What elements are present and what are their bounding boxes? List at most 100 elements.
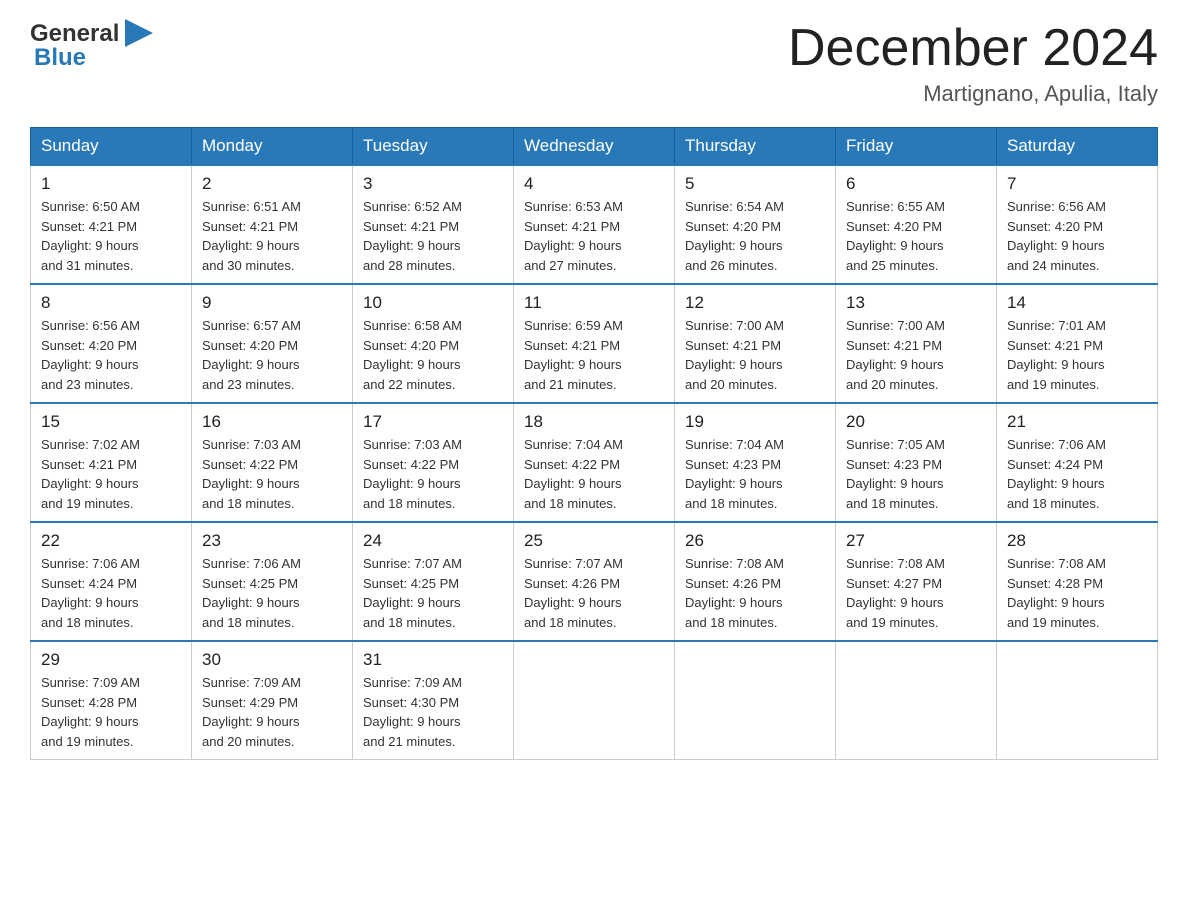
sunset-label: Sunset: 4:21 PM xyxy=(685,338,781,353)
daylight-minutes: and 18 minutes. xyxy=(202,496,295,511)
table-row: 12 Sunrise: 7:00 AM Sunset: 4:21 PM Dayl… xyxy=(675,284,836,403)
sunset-label: Sunset: 4:22 PM xyxy=(524,457,620,472)
table-row: 8 Sunrise: 6:56 AM Sunset: 4:20 PM Dayli… xyxy=(31,284,192,403)
sunrise-label: Sunrise: 7:09 AM xyxy=(41,675,140,690)
daylight-label: Daylight: 9 hours xyxy=(202,357,300,372)
day-number: 4 xyxy=(524,174,664,194)
daylight-label: Daylight: 9 hours xyxy=(524,357,622,372)
daylight-label: Daylight: 9 hours xyxy=(363,476,461,491)
table-row: 24 Sunrise: 7:07 AM Sunset: 4:25 PM Dayl… xyxy=(353,522,514,641)
day-info: Sunrise: 7:04 AM Sunset: 4:22 PM Dayligh… xyxy=(524,435,664,513)
daylight-label: Daylight: 9 hours xyxy=(846,476,944,491)
table-row: 18 Sunrise: 7:04 AM Sunset: 4:22 PM Dayl… xyxy=(514,403,675,522)
daylight-minutes: and 20 minutes. xyxy=(685,377,778,392)
daylight-minutes: and 18 minutes. xyxy=(363,615,456,630)
table-row: 15 Sunrise: 7:02 AM Sunset: 4:21 PM Dayl… xyxy=(31,403,192,522)
sunrise-label: Sunrise: 6:57 AM xyxy=(202,318,301,333)
sunrise-label: Sunrise: 6:59 AM xyxy=(524,318,623,333)
daylight-minutes: and 23 minutes. xyxy=(202,377,295,392)
table-row: 6 Sunrise: 6:55 AM Sunset: 4:20 PM Dayli… xyxy=(836,165,997,284)
sunrise-label: Sunrise: 7:06 AM xyxy=(1007,437,1106,452)
daylight-label: Daylight: 9 hours xyxy=(524,238,622,253)
day-info: Sunrise: 6:57 AM Sunset: 4:20 PM Dayligh… xyxy=(202,316,342,394)
sunset-label: Sunset: 4:20 PM xyxy=(363,338,459,353)
daylight-label: Daylight: 9 hours xyxy=(685,357,783,372)
sunrise-label: Sunrise: 7:08 AM xyxy=(846,556,945,571)
sunset-label: Sunset: 4:22 PM xyxy=(202,457,298,472)
sunrise-label: Sunrise: 7:06 AM xyxy=(202,556,301,571)
daylight-label: Daylight: 9 hours xyxy=(524,476,622,491)
daylight-minutes: and 28 minutes. xyxy=(363,258,456,273)
sunrise-label: Sunrise: 7:08 AM xyxy=(685,556,784,571)
sunset-label: Sunset: 4:20 PM xyxy=(202,338,298,353)
day-number: 30 xyxy=(202,650,342,670)
location-subtitle: Martignano, Apulia, Italy xyxy=(788,81,1158,107)
sunrise-label: Sunrise: 6:56 AM xyxy=(41,318,140,333)
day-number: 25 xyxy=(524,531,664,551)
daylight-label: Daylight: 9 hours xyxy=(41,238,139,253)
day-info: Sunrise: 7:06 AM Sunset: 4:24 PM Dayligh… xyxy=(41,554,181,632)
day-number: 1 xyxy=(41,174,181,194)
sunrise-label: Sunrise: 7:09 AM xyxy=(202,675,301,690)
day-number: 14 xyxy=(1007,293,1147,313)
daylight-minutes: and 18 minutes. xyxy=(685,615,778,630)
table-row: 27 Sunrise: 7:08 AM Sunset: 4:27 PM Dayl… xyxy=(836,522,997,641)
day-info: Sunrise: 6:56 AM Sunset: 4:20 PM Dayligh… xyxy=(1007,197,1147,275)
day-info: Sunrise: 7:03 AM Sunset: 4:22 PM Dayligh… xyxy=(202,435,342,513)
day-info: Sunrise: 7:09 AM Sunset: 4:30 PM Dayligh… xyxy=(363,673,503,751)
sunrise-label: Sunrise: 7:00 AM xyxy=(846,318,945,333)
table-row: 11 Sunrise: 6:59 AM Sunset: 4:21 PM Dayl… xyxy=(514,284,675,403)
sunrise-label: Sunrise: 6:50 AM xyxy=(41,199,140,214)
table-row xyxy=(675,641,836,760)
col-monday: Monday xyxy=(192,128,353,166)
table-row: 23 Sunrise: 7:06 AM Sunset: 4:25 PM Dayl… xyxy=(192,522,353,641)
day-number: 27 xyxy=(846,531,986,551)
table-row: 20 Sunrise: 7:05 AM Sunset: 4:23 PM Dayl… xyxy=(836,403,997,522)
sunrise-label: Sunrise: 6:52 AM xyxy=(363,199,462,214)
table-row: 19 Sunrise: 7:04 AM Sunset: 4:23 PM Dayl… xyxy=(675,403,836,522)
sunrise-label: Sunrise: 7:04 AM xyxy=(524,437,623,452)
day-info: Sunrise: 6:54 AM Sunset: 4:20 PM Dayligh… xyxy=(685,197,825,275)
daylight-label: Daylight: 9 hours xyxy=(685,238,783,253)
table-row: 16 Sunrise: 7:03 AM Sunset: 4:22 PM Dayl… xyxy=(192,403,353,522)
daylight-label: Daylight: 9 hours xyxy=(41,476,139,491)
sunset-label: Sunset: 4:21 PM xyxy=(363,219,459,234)
sunset-label: Sunset: 4:28 PM xyxy=(41,695,137,710)
calendar-week-row: 8 Sunrise: 6:56 AM Sunset: 4:20 PM Dayli… xyxy=(31,284,1158,403)
table-row: 21 Sunrise: 7:06 AM Sunset: 4:24 PM Dayl… xyxy=(997,403,1158,522)
sunset-label: Sunset: 4:23 PM xyxy=(685,457,781,472)
table-row: 25 Sunrise: 7:07 AM Sunset: 4:26 PM Dayl… xyxy=(514,522,675,641)
daylight-minutes: and 20 minutes. xyxy=(846,377,939,392)
day-number: 21 xyxy=(1007,412,1147,432)
daylight-minutes: and 19 minutes. xyxy=(1007,377,1100,392)
table-row: 3 Sunrise: 6:52 AM Sunset: 4:21 PM Dayli… xyxy=(353,165,514,284)
daylight-minutes: and 24 minutes. xyxy=(1007,258,1100,273)
col-wednesday: Wednesday xyxy=(514,128,675,166)
daylight-label: Daylight: 9 hours xyxy=(685,476,783,491)
daylight-label: Daylight: 9 hours xyxy=(1007,476,1105,491)
sunset-label: Sunset: 4:21 PM xyxy=(524,338,620,353)
sunrise-label: Sunrise: 6:55 AM xyxy=(846,199,945,214)
day-info: Sunrise: 6:53 AM Sunset: 4:21 PM Dayligh… xyxy=(524,197,664,275)
day-info: Sunrise: 7:03 AM Sunset: 4:22 PM Dayligh… xyxy=(363,435,503,513)
day-number: 29 xyxy=(41,650,181,670)
sunrise-label: Sunrise: 7:09 AM xyxy=(363,675,462,690)
daylight-minutes: and 19 minutes. xyxy=(1007,615,1100,630)
sunrise-label: Sunrise: 7:01 AM xyxy=(1007,318,1106,333)
title-block: December 2024 Martignano, Apulia, Italy xyxy=(788,20,1158,107)
daylight-label: Daylight: 9 hours xyxy=(363,238,461,253)
table-row: 17 Sunrise: 7:03 AM Sunset: 4:22 PM Dayl… xyxy=(353,403,514,522)
table-row: 28 Sunrise: 7:08 AM Sunset: 4:28 PM Dayl… xyxy=(997,522,1158,641)
day-number: 11 xyxy=(524,293,664,313)
day-info: Sunrise: 7:02 AM Sunset: 4:21 PM Dayligh… xyxy=(41,435,181,513)
day-number: 9 xyxy=(202,293,342,313)
day-number: 15 xyxy=(41,412,181,432)
day-info: Sunrise: 6:55 AM Sunset: 4:20 PM Dayligh… xyxy=(846,197,986,275)
sunrise-label: Sunrise: 7:03 AM xyxy=(202,437,301,452)
col-sunday: Sunday xyxy=(31,128,192,166)
calendar-week-row: 15 Sunrise: 7:02 AM Sunset: 4:21 PM Dayl… xyxy=(31,403,1158,522)
day-info: Sunrise: 7:01 AM Sunset: 4:21 PM Dayligh… xyxy=(1007,316,1147,394)
sunset-label: Sunset: 4:25 PM xyxy=(202,576,298,591)
sunset-label: Sunset: 4:28 PM xyxy=(1007,576,1103,591)
calendar-week-row: 29 Sunrise: 7:09 AM Sunset: 4:28 PM Dayl… xyxy=(31,641,1158,760)
